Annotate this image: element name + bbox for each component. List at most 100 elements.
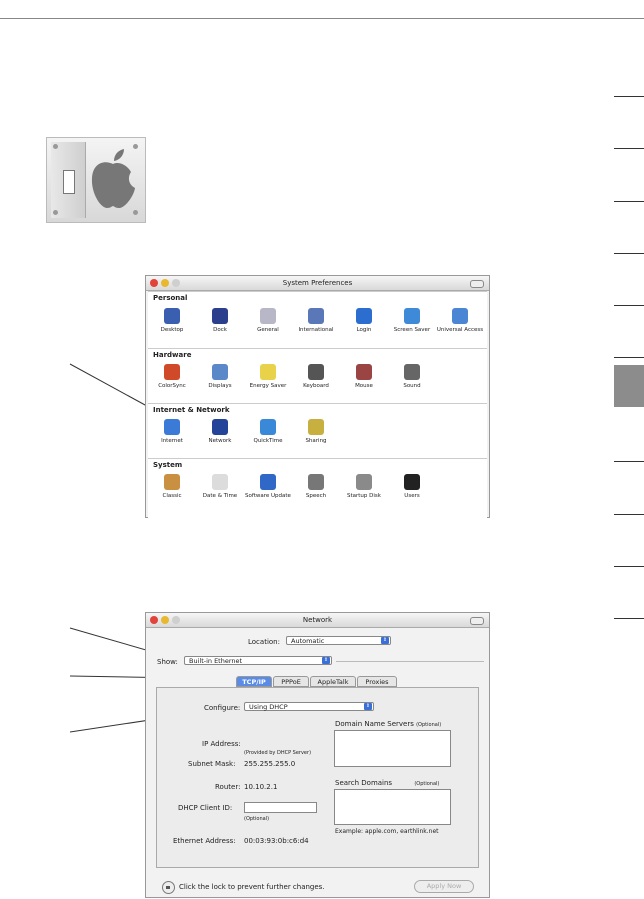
- pref-users[interactable]: Users: [387, 474, 437, 500]
- pref-desktop[interactable]: Desktop: [147, 308, 197, 334]
- ip-address-label: IP Address:: [202, 740, 241, 748]
- login-icon: [356, 308, 372, 324]
- ip-address-note: (Provided by DHCP Server): [244, 750, 312, 756]
- tab-proxies[interactable]: Proxies: [357, 676, 397, 687]
- pref-international[interactable]: International: [291, 308, 341, 334]
- search-optional: (Optional): [414, 781, 440, 787]
- pref-label: Sharing: [305, 438, 327, 444]
- pref-network[interactable]: Network: [195, 419, 245, 445]
- tab-tcpip[interactable]: TCP/IP: [236, 676, 272, 687]
- classic-icon: [164, 474, 180, 490]
- pref-label: Software Update: [245, 493, 291, 499]
- keyboard-icon: [308, 364, 324, 380]
- pref-login[interactable]: Login: [339, 308, 389, 334]
- pref-label: Energy Saver: [249, 383, 287, 389]
- toolbar-toggle-button[interactable]: [470, 280, 484, 288]
- pref-label: International: [298, 327, 334, 333]
- titlebar: System Preferences: [146, 276, 489, 291]
- apply-now-button[interactable]: Apply Now: [414, 880, 474, 893]
- zoom-button[interactable]: [172, 616, 180, 624]
- dns-servers-field[interactable]: [334, 730, 451, 767]
- speaker-icon: [404, 364, 420, 380]
- location-value: Automatic: [291, 637, 325, 645]
- pref-software-update[interactable]: Software Update: [243, 474, 293, 500]
- pref-speech[interactable]: Speech: [291, 474, 341, 500]
- tab-pppoe[interactable]: PPPoE: [273, 676, 309, 687]
- pref-label: QuickTime: [253, 438, 283, 444]
- show-popup[interactable]: Built-in Ethernet ⇕: [184, 656, 332, 665]
- pref-label: Network: [208, 438, 232, 444]
- pref-screen-saver[interactable]: Screen Saver: [387, 308, 437, 334]
- quicktime-icon: [260, 419, 276, 435]
- zoom-button[interactable]: [172, 279, 180, 287]
- general-icon: [260, 308, 276, 324]
- dhcp-optional: (Optional): [244, 816, 270, 822]
- configure-popup[interactable]: Using DHCP ⇕: [244, 702, 374, 711]
- dock-icon: [212, 308, 228, 324]
- disk-icon: [356, 474, 372, 490]
- pref-general[interactable]: General: [243, 308, 293, 334]
- pref-label: Classic: [162, 493, 182, 499]
- pref-energy-saver[interactable]: Energy Saver: [243, 364, 293, 390]
- sharing-folder-icon: [308, 419, 324, 435]
- minimize-button[interactable]: [161, 279, 169, 287]
- section-label: System: [153, 461, 183, 469]
- lock-icon[interactable]: [162, 881, 175, 894]
- pref-label: ColorSync: [158, 383, 186, 389]
- pref-universal-access[interactable]: Universal Access: [435, 308, 485, 334]
- pref-keyboard[interactable]: Keyboard: [291, 364, 341, 390]
- pref-label: Desktop: [160, 327, 184, 333]
- international-icon: [308, 308, 324, 324]
- pref-label: Sound: [403, 383, 421, 389]
- pref-dock[interactable]: Dock: [195, 308, 245, 334]
- close-button[interactable]: [150, 279, 158, 287]
- dns-label-text: Domain Name Servers: [335, 720, 414, 728]
- network-globe-icon: [212, 419, 228, 435]
- pref-mouse[interactable]: Mouse: [339, 364, 389, 390]
- toolbar-toggle-button[interactable]: [470, 617, 484, 625]
- close-button[interactable]: [150, 616, 158, 624]
- tab-appletalk[interactable]: AppleTalk: [310, 676, 356, 687]
- pref-internet[interactable]: Internet: [147, 419, 197, 445]
- pref-startup-disk[interactable]: Startup Disk: [339, 474, 389, 500]
- location-popup[interactable]: Automatic ⇕: [286, 636, 391, 645]
- minimize-button[interactable]: [161, 616, 169, 624]
- mouse-icon: [356, 364, 372, 380]
- pref-label: Mouse: [355, 383, 373, 389]
- search-domains-field[interactable]: [334, 789, 451, 825]
- universal-access-icon: [452, 308, 468, 324]
- router-value: 10.10.2.1: [244, 783, 278, 791]
- lightbulb-icon: [260, 364, 276, 380]
- pref-label: Date & Time: [202, 493, 238, 499]
- separator: [336, 661, 484, 662]
- pref-colorsync[interactable]: ColorSync: [147, 364, 197, 390]
- colorsync-icon: [164, 364, 180, 380]
- popup-arrows-icon: ⇕: [381, 637, 389, 644]
- pref-label: Users: [404, 493, 420, 499]
- location-label: Location:: [248, 638, 280, 646]
- pref-sharing[interactable]: Sharing: [291, 419, 341, 445]
- dns-optional: (Optional): [416, 722, 442, 728]
- pref-classic[interactable]: Classic: [147, 474, 197, 500]
- search-domains-text: Search Domains: [335, 779, 393, 787]
- popup-arrows-icon: ⇕: [322, 657, 330, 664]
- clock-icon: [212, 474, 228, 490]
- pref-quicktime[interactable]: QuickTime: [243, 419, 293, 445]
- pref-sound[interactable]: Sound: [387, 364, 437, 390]
- titlebar: Network: [146, 613, 489, 628]
- desktop-icon: [164, 308, 180, 324]
- router-label: Router:: [215, 783, 241, 791]
- pref-date-time[interactable]: Date & Time: [195, 474, 245, 500]
- dhcp-client-id-field[interactable]: [244, 802, 317, 813]
- show-label: Show:: [157, 658, 178, 666]
- screen-saver-icon: [404, 308, 420, 324]
- pref-label: Speech: [305, 493, 327, 499]
- pref-displays[interactable]: Displays: [195, 364, 245, 390]
- user-silhouette-icon: [404, 474, 420, 490]
- show-value: Built-in Ethernet: [189, 657, 243, 665]
- section-label: Internet & Network: [153, 406, 230, 414]
- configure-label: Configure:: [204, 704, 241, 712]
- window-title: Network: [302, 616, 333, 624]
- software-update-icon: [260, 474, 276, 490]
- dhcp-client-id-label: DHCP Client ID:: [178, 804, 233, 812]
